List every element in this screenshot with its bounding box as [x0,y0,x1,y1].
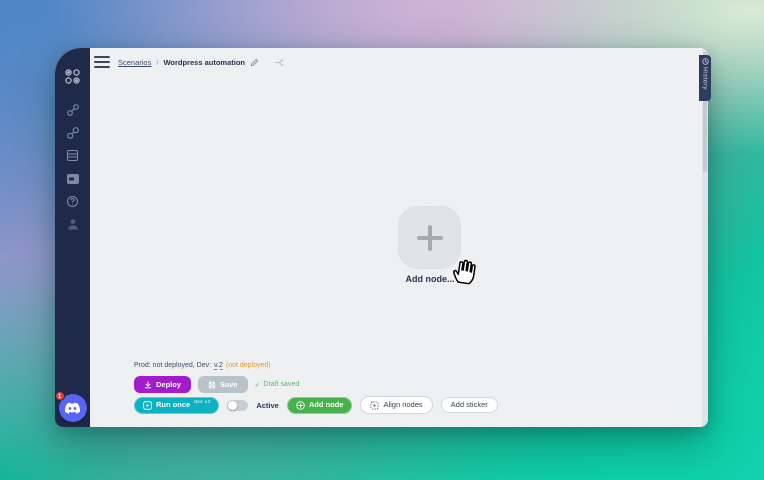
scenario-title: Wordpress automation [163,58,245,67]
breadcrumb: Scenarios / Wordpress automation [118,58,284,67]
align-nodes-button[interactable]: Align nodes [360,396,432,414]
align-icon [370,401,379,410]
deploy-button[interactable]: Deploy [134,376,191,393]
add-sticker-button[interactable]: Add sticker [441,397,498,414]
app-window: 1 Scenarios / Wordpress automation [55,48,708,427]
add-node-placeholder[interactable] [398,206,461,269]
draft-saved-status: ✓ Draft saved [255,381,300,389]
add-node-label: Add node... [378,274,482,284]
run-once-button[interactable]: Run once Dev: v.2 [134,397,219,414]
status-warning-text: (not deployed) [226,362,271,369]
card-icon[interactable] [62,167,84,190]
check-icon: ✓ [255,381,261,389]
toggle-knob [228,401,237,410]
run-toolbar: Run once Dev: v.2 Active Add node Align [134,396,498,414]
breadcrumb-separator: / [156,58,158,67]
vertical-scrollbar[interactable] [702,48,708,427]
status-text: Prod: not deployed, Dev: [134,362,211,369]
add-node-button[interactable]: Add node [287,397,353,414]
discord-icon [64,402,81,415]
plus-icon [415,223,445,253]
active-toggle[interactable] [227,400,248,411]
share-icon[interactable] [274,58,284,67]
help-icon[interactable] [62,190,84,213]
discord-button[interactable]: 1 [59,394,87,422]
breadcrumb-scenarios-link[interactable]: Scenarios [118,58,151,67]
menu-icon[interactable] [94,56,110,68]
desktop-background: { "header": { "breadcrumb": { "root": "S… [0,0,764,480]
save-button[interactable]: Save [198,376,248,393]
run-version-superscript: Dev: v.2 [194,400,210,405]
download-icon [144,381,152,389]
version-link[interactable]: v.2 [214,362,223,370]
workflow-canvas[interactable]: Scenarios / Wordpress automation [90,48,708,427]
app-logo-icon[interactable] [62,65,84,88]
plus-circle-icon [296,401,305,410]
clock-icon [702,58,709,65]
deployment-status: Prod: not deployed, Dev: v.2 (not deploy… [134,362,271,370]
connections-icon[interactable] [62,121,84,144]
notification-badge: 1 [55,391,65,401]
profile-icon[interactable] [62,213,84,236]
list-icon[interactable] [62,144,84,167]
play-icon [143,401,152,410]
edit-title-icon[interactable] [250,58,259,67]
canvas-header: Scenarios / Wordpress automation [94,56,284,68]
deploy-toolbar: Deploy Save ✓ Draft saved [134,376,299,393]
save-icon [208,381,216,389]
history-label: History [702,67,709,90]
sidebar: 1 [55,48,90,427]
workflow-icon[interactable] [62,98,84,121]
active-label: Active [256,401,279,410]
history-tab[interactable]: History [699,55,711,101]
